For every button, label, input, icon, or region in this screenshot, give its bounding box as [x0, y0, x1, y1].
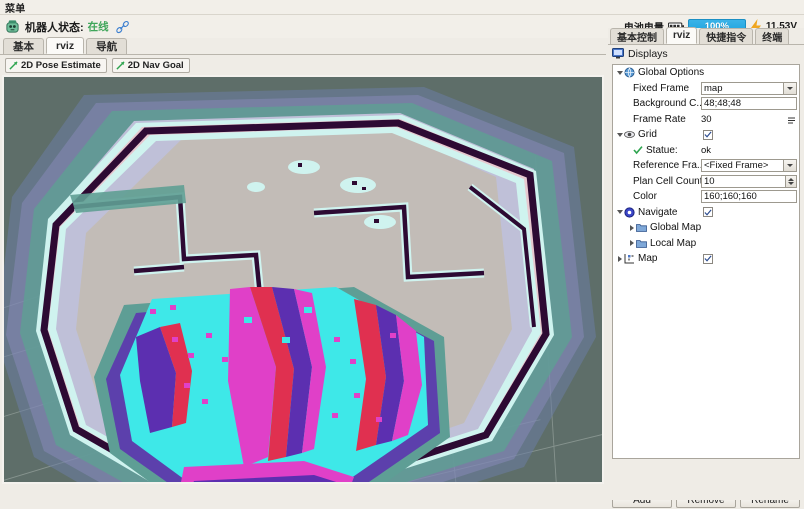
twisty-down-icon[interactable] [615, 205, 624, 220]
rviz-toolbar: 2D Pose Estimate 2D Nav Goal [0, 55, 606, 75]
fixed-frame-value: map [704, 82, 723, 94]
twisty-down-icon[interactable] [615, 65, 624, 80]
tab-rviz-panel[interactable]: rviz [666, 27, 698, 44]
robot-status-label: 机器人状态: [25, 21, 84, 34]
tab-basic[interactable]: 基本 [3, 38, 44, 54]
tree-label-fixed-frame: Fixed Frame [633, 82, 690, 94]
tree-label-grid: Grid [638, 129, 657, 141]
tree-label-map: Map [638, 253, 658, 265]
navigate-checkbox[interactable] [703, 207, 713, 218]
tree-row-frame-rate[interactable]: Frame Rate 30 [613, 112, 799, 128]
chain-link-icon[interactable] [115, 20, 131, 34]
tree-row-plan-cell-count[interactable]: Plan Cell Count 10 [613, 174, 799, 190]
map-grid-icon [624, 254, 634, 264]
chevron-down-icon[interactable] [783, 160, 796, 172]
status-value-ok: ok [701, 144, 712, 156]
displays-header: Displays [608, 45, 804, 61]
2d-pose-estimate-label: 2D Pose Estimate [21, 59, 101, 71]
2d-nav-goal-button[interactable]: 2D Nav Goal [111, 57, 190, 73]
globe-icon [624, 67, 635, 79]
tree-label-plan-cell-count: Plan Cell Count [633, 175, 701, 187]
tree-label-reference-frame: Reference Fra... [633, 160, 701, 172]
grid-checkbox[interactable] [703, 129, 713, 140]
background-color-value: 48;48;48 [704, 98, 741, 110]
tree-row-map[interactable]: Map [613, 251, 799, 267]
stepper-icon[interactable] [787, 116, 796, 125]
tree-row-status: Statue: ok [613, 143, 799, 159]
tree-row-grid[interactable]: Grid [613, 127, 799, 143]
tree-row-local-map[interactable]: Local Map [613, 236, 799, 252]
folder-icon [636, 239, 647, 248]
tree-label-global-map: Global Map [650, 222, 702, 234]
costmap-visualization [4, 87, 596, 484]
left-tab-bar: 基本 rviz 导航 [0, 37, 606, 55]
lower-wall-fragment [184, 483, 268, 484]
tab-navigation[interactable]: 导航 [86, 38, 128, 54]
tree-row-background-color[interactable]: Background C... 48;48;48 [613, 96, 799, 112]
tree-label-global-options: Global Options [638, 67, 705, 79]
map-checkbox[interactable] [703, 253, 713, 264]
2d-nav-goal-label: 2D Nav Goal [127, 59, 184, 71]
tree-label-navigate: Navigate [638, 206, 678, 218]
plan-cell-count-spinner[interactable]: 10 [701, 174, 797, 188]
twisty-right-icon[interactable] [627, 220, 636, 235]
tab-basic-control[interactable]: 基本控制 [610, 28, 664, 44]
tree-label-status: Statue: [646, 144, 678, 156]
menu-bar: 菜单 [0, 0, 804, 15]
displays-tree[interactable]: Global Options Fixed Frame map Backgroun… [612, 64, 800, 459]
reference-frame-value: <Fixed Frame> [704, 160, 769, 172]
green-arrow-icon [116, 60, 125, 70]
tree-row-color[interactable]: Color 160;160;160 [613, 189, 799, 205]
reference-frame-combobox[interactable]: <Fixed Frame> [701, 159, 797, 173]
tree-label-background-color: Background C... [633, 98, 701, 110]
eye-icon [624, 131, 635, 139]
tab-quick-commands[interactable]: 快捷指令 [699, 28, 754, 44]
folder-icon [636, 224, 647, 233]
tree-label-color: Color [633, 191, 657, 203]
robot-head-icon [6, 20, 19, 33]
local-costmap [94, 287, 450, 482]
tree-label-local-map: Local Map [650, 237, 697, 249]
twisty-right-icon[interactable] [627, 236, 636, 251]
spinner-arrows-icon[interactable] [785, 175, 796, 187]
chevron-down-icon[interactable] [783, 82, 796, 94]
right-panel: 基本控制 rviz 快捷指令 终端 Displays Global Option… [608, 27, 804, 508]
check-icon [633, 146, 643, 155]
tree-row-global-options[interactable]: Global Options [613, 65, 799, 81]
navigate-icon [624, 207, 635, 218]
2d-pose-estimate-button[interactable]: 2D Pose Estimate [5, 57, 107, 73]
bottom-status-bar [0, 491, 804, 500]
frame-rate-value: 30 [701, 113, 712, 125]
color-field[interactable]: 160;160;160 [701, 190, 797, 204]
tab-rviz[interactable]: rviz [46, 37, 85, 54]
tree-row-fixed-frame[interactable]: Fixed Frame map [613, 81, 799, 97]
rviz-3d-render-view[interactable] [2, 75, 604, 484]
color-value: 160;160;160 [704, 191, 757, 203]
tree-label-frame-rate: Frame Rate [633, 113, 686, 125]
background-color-field[interactable]: 48;48;48 [701, 97, 797, 111]
twisty-right-icon[interactable] [615, 251, 624, 266]
robot-status-value: 在线 [87, 21, 109, 33]
tree-row-navigate[interactable]: Navigate [613, 205, 799, 221]
green-arrow-icon [9, 60, 18, 70]
tree-row-global-map[interactable]: Global Map [613, 220, 799, 236]
tab-terminal[interactable]: 终端 [755, 28, 790, 44]
displays-title: Displays [628, 47, 668, 60]
tree-row-reference-frame[interactable]: Reference Fra... <Fixed Frame> [613, 158, 799, 174]
plan-cell-count-value: 10 [704, 175, 715, 187]
monitor-icon [612, 48, 624, 59]
menu-item-menu[interactable]: 菜单 [5, 0, 26, 15]
right-tab-bar: 基本控制 rviz 快捷指令 终端 [608, 27, 804, 45]
twisty-down-icon[interactable] [615, 127, 624, 142]
fixed-frame-combobox[interactable]: map [701, 81, 797, 95]
